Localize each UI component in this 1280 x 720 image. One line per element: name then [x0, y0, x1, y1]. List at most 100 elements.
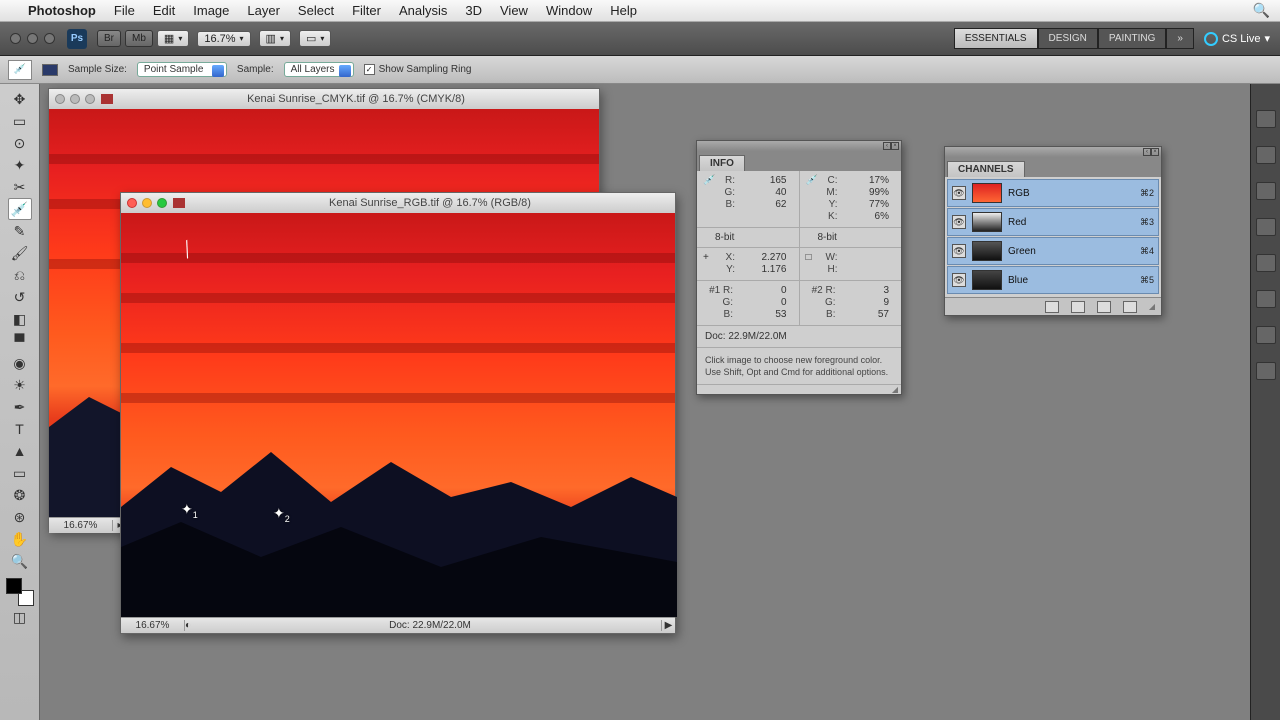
save-selection-icon[interactable] [1071, 301, 1085, 313]
history-panel-icon[interactable] [1256, 146, 1276, 164]
channels-tab[interactable]: CHANNELS [947, 161, 1025, 177]
load-selection-icon[interactable] [1045, 301, 1059, 313]
dodge-tool[interactable]: ☀ [8, 374, 32, 396]
crop-tool[interactable]: ✂ [8, 176, 32, 198]
spotlight-icon[interactable]: 🔍 [1253, 2, 1270, 19]
doc1-zoom[interactable]: 16.67% [49, 520, 113, 531]
info-docsize: Doc: 22.9M/22.0M [697, 326, 901, 347]
visibility-toggle-icon[interactable]: 👁 [952, 186, 966, 200]
menu-edit[interactable]: Edit [153, 3, 175, 18]
channel-thumbnail [972, 183, 1002, 203]
magic-wand-tool[interactable]: ✦ [8, 154, 32, 176]
3d-tool[interactable]: ❂ [8, 484, 32, 506]
panel-resize-icon[interactable]: ◢ [1149, 302, 1155, 311]
channel-row-red[interactable]: 👁Red⌘3 [947, 208, 1159, 236]
channels-panel[interactable]: ‹× CHANNELS 👁RGB⌘2👁Red⌘3👁Green⌘4👁Blue⌘5 … [944, 146, 1162, 316]
visibility-toggle-icon[interactable]: 👁 [952, 244, 966, 258]
delete-channel-icon[interactable] [1123, 301, 1137, 313]
blur-tool[interactable]: ◉ [8, 352, 32, 374]
screen-mode-dropdown[interactable]: ▭ [299, 30, 331, 47]
current-tool-icon[interactable]: 💉 [8, 60, 32, 80]
doc2-titlebar[interactable]: Kenai Sunrise_RGB.tif @ 16.7% (RGB/8) [121, 193, 675, 213]
zoom-tool[interactable]: 🔍 [8, 550, 32, 572]
launch-minibridge-button[interactable]: Mb [125, 30, 153, 47]
workspace-essentials[interactable]: ESSENTIALS [954, 28, 1038, 49]
workspace-more[interactable]: » [1166, 28, 1194, 49]
3d-camera-tool[interactable]: ⊛ [8, 506, 32, 528]
eyedropper-tool[interactable]: 💉 [8, 198, 32, 220]
channel-row-blue[interactable]: 👁Blue⌘5 [947, 266, 1159, 294]
channel-row-rgb[interactable]: 👁RGB⌘2 [947, 179, 1159, 207]
window-controls[interactable] [127, 198, 167, 208]
sample-layers-select[interactable]: All Layers [284, 62, 354, 77]
channel-row-green[interactable]: 👁Green⌘4 [947, 237, 1159, 265]
doc2-zoom[interactable]: 16.67% [121, 620, 185, 631]
menu-image[interactable]: Image [193, 3, 229, 18]
marquee-tool[interactable]: ▭ [8, 110, 32, 132]
menu-layer[interactable]: Layer [247, 3, 280, 18]
tool-options-bar: 💉 Sample Size: Point Sample Sample: All … [0, 56, 1280, 84]
menu-help[interactable]: Help [610, 3, 637, 18]
paths-panel-icon[interactable] [1256, 362, 1276, 380]
statusbar-arrow[interactable]: ▶ [661, 620, 675, 631]
adjustments-panel-icon[interactable] [1256, 182, 1276, 200]
zoom-dropdown[interactable]: 16.7% [197, 31, 250, 47]
layers-panel-icon[interactable] [1256, 326, 1276, 344]
sampled-color-swatch[interactable] [42, 64, 58, 76]
menu-3d[interactable]: 3D [465, 3, 482, 18]
doc2-canvas[interactable]: ╱ ✦1 ✦2 [121, 213, 675, 617]
app-name[interactable]: Photoshop [28, 3, 96, 18]
panel-collapse-icon[interactable]: ‹ [1143, 148, 1151, 156]
brush-tool[interactable]: 🖌 [8, 242, 32, 264]
pen-tool[interactable]: ✒ [8, 396, 32, 418]
quick-mask-toggle[interactable]: ◫ [8, 606, 32, 628]
shape-tool[interactable]: ▭ [8, 462, 32, 484]
sample-size-select[interactable]: Point Sample [137, 62, 227, 77]
fg-bg-colors[interactable] [6, 578, 34, 606]
new-channel-icon[interactable] [1097, 301, 1111, 313]
lasso-tool[interactable]: ⊙ [8, 132, 32, 154]
swatches-panel-icon[interactable] [1256, 254, 1276, 272]
visibility-toggle-icon[interactable]: 👁 [952, 273, 966, 287]
doc1-titlebar[interactable]: Kenai Sunrise_CMYK.tif @ 16.7% (CMYK/8) [49, 89, 599, 109]
menu-analysis[interactable]: Analysis [399, 3, 447, 18]
app-window-controls[interactable] [10, 33, 55, 44]
styles-panel-icon[interactable] [1256, 290, 1276, 308]
panel-close-icon[interactable]: × [891, 142, 899, 150]
stamp-tool[interactable]: ⎌ [8, 264, 32, 286]
arrange-docs-dropdown[interactable]: ▥ [259, 30, 291, 47]
path-select-tool[interactable]: ▲ [8, 440, 32, 462]
move-tool[interactable]: ✥ [8, 88, 32, 110]
menu-select[interactable]: Select [298, 3, 334, 18]
doc2-docsize[interactable]: Doc: 22.9M/22.0M [199, 620, 661, 631]
menu-filter[interactable]: Filter [352, 3, 381, 18]
channel-name: Green [1008, 246, 1134, 257]
healing-tool[interactable]: ✎ [8, 220, 32, 242]
visibility-toggle-icon[interactable]: 👁 [952, 215, 966, 229]
launch-bridge-button[interactable]: Br [97, 30, 121, 47]
menu-view[interactable]: View [500, 3, 528, 18]
info-tab[interactable]: INFO [699, 155, 745, 171]
doc-window-rgb[interactable]: Kenai Sunrise_RGB.tif @ 16.7% (RGB/8) ╱ … [120, 192, 676, 634]
minibridge-panel-icon[interactable] [1256, 110, 1276, 128]
panel-resize-icon[interactable]: ◢ [697, 384, 901, 394]
workspace-design[interactable]: DESIGN [1038, 28, 1098, 49]
history-brush-tool[interactable]: ↺ [8, 286, 32, 308]
type-tool[interactable]: T [8, 418, 32, 440]
eraser-tool[interactable]: ◧ [8, 308, 32, 330]
color-panel-icon[interactable] [1256, 218, 1276, 236]
workspace-painting[interactable]: PAINTING [1098, 28, 1166, 49]
menu-window[interactable]: Window [546, 3, 592, 18]
gradient-tool[interactable]: ▀ [8, 330, 32, 352]
sample-size-label: Sample Size: [68, 64, 127, 75]
color-sampler-1[interactable]: ✦1 [181, 501, 198, 520]
panel-close-icon[interactable]: × [1151, 148, 1159, 156]
panel-collapse-icon[interactable]: ‹ [883, 142, 891, 150]
cs-live-button[interactable]: CS Live▾ [1204, 32, 1270, 46]
show-sampling-ring-checkbox[interactable]: ✓ [364, 64, 375, 75]
menu-file[interactable]: File [114, 3, 135, 18]
view-extras-dropdown[interactable]: ▦ [157, 30, 189, 47]
info-panel[interactable]: ‹× INFO 💉 R:G:B: 1654062 💉 C:M:Y:K: 17%9… [696, 140, 902, 395]
hand-tool[interactable]: ✋ [8, 528, 32, 550]
color-sampler-2[interactable]: ✦2 [273, 505, 290, 524]
